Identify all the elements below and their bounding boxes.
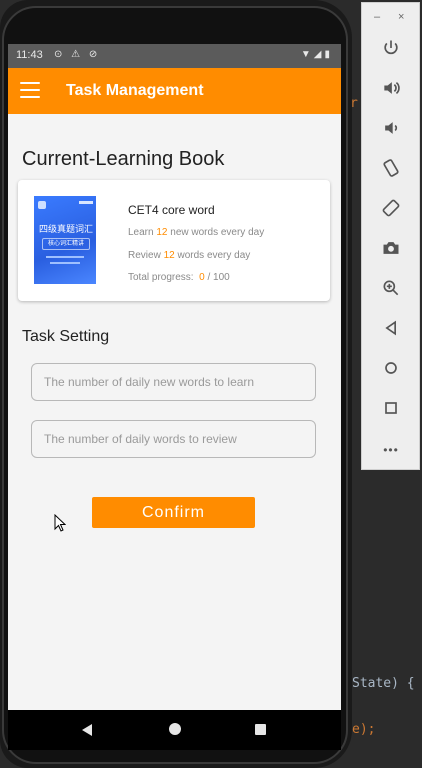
emulator-toolbar: – × ••• <box>361 2 420 470</box>
power-icon[interactable] <box>376 33 406 63</box>
cover-logo-icon <box>38 201 46 209</box>
book-name: CET4 core word <box>128 203 215 217</box>
daily-new-words-input[interactable] <box>31 363 316 401</box>
back-icon[interactable] <box>82 724 92 736</box>
status-time: 11:43 <box>16 49 43 61</box>
overview-icon[interactable] <box>376 393 406 423</box>
progress-done: 0 <box>199 272 205 283</box>
daily-review-words-input[interactable] <box>31 420 316 458</box>
zoom-icon[interactable] <box>376 273 406 303</box>
confirm-button[interactable]: Confirm <box>92 497 255 528</box>
cover-brand-mark <box>79 201 93 204</box>
home-icon[interactable] <box>376 353 406 383</box>
current-book-heading: Current-Learning Book <box>22 148 225 170</box>
minimize-button[interactable]: – <box>374 11 380 23</box>
review-info: Review 12 words every day <box>128 250 251 261</box>
volume-up-icon[interactable] <box>376 73 406 103</box>
navigation-bar <box>8 710 341 750</box>
cover-subtitle: 核心词汇精讲 <box>42 238 90 250</box>
recent-apps-icon[interactable] <box>255 724 266 735</box>
book-cover-image: 四级真题词汇 核心词汇精讲 <box>34 196 96 284</box>
home-icon[interactable] <box>169 723 181 735</box>
learn-info: Learn 12 new words every day <box>128 227 265 238</box>
notification-icons: ⊙ ⚠ ⊘ <box>54 49 101 60</box>
menu-icon[interactable] <box>20 82 40 98</box>
app-bar: Task Management <box>8 68 341 114</box>
progress-info: Total progress: 0 / 100 <box>128 272 230 283</box>
review-count: 12 <box>163 250 175 261</box>
status-bar: 11:43 ⊙ ⚠ ⊘ ▼◢▮ <box>8 44 341 68</box>
cover-title: 四级真题词汇 <box>38 225 93 235</box>
app-title: Task Management <box>66 82 204 99</box>
signal-battery-icons: ▼◢▮ <box>300 49 333 60</box>
book-card[interactable]: 四级真题词汇 核心词汇精讲 CET4 core word Learn 12 ne… <box>18 180 330 301</box>
learn-count: 12 <box>156 227 168 238</box>
more-options-icon[interactable]: ••• <box>376 435 406 465</box>
back-icon[interactable] <box>376 313 406 343</box>
cover-decor-line <box>46 256 84 258</box>
rotate-right-icon[interactable] <box>376 193 406 223</box>
close-button[interactable]: × <box>398 11 404 23</box>
cover-decor-line <box>50 262 80 264</box>
camera-icon[interactable] <box>376 233 406 263</box>
volume-down-icon[interactable] <box>376 113 406 143</box>
rotate-left-icon[interactable] <box>376 153 406 183</box>
phone-emulator: 11:43 ⊙ ⚠ ⊘ ▼◢▮ Task Management Current-… <box>0 0 352 768</box>
ide-code-line: State) { <box>352 676 415 691</box>
mouse-cursor-icon <box>54 513 67 537</box>
task-setting-heading: Task Setting <box>22 328 110 345</box>
app-screen: 11:43 ⊙ ⚠ ⊘ ▼◢▮ Task Management Current-… <box>8 44 341 710</box>
ide-code-line: e); <box>352 722 376 737</box>
